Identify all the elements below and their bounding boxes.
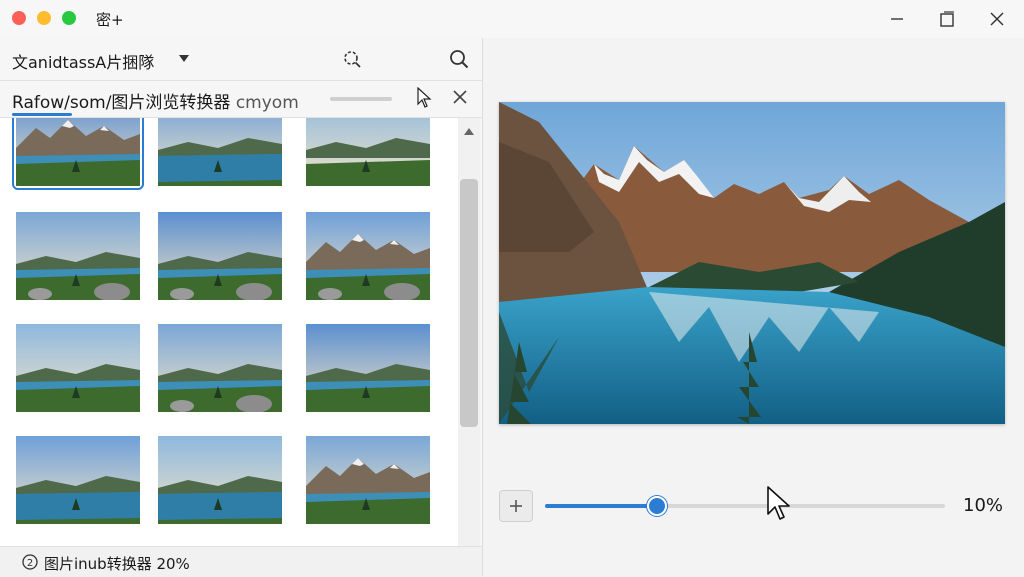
zoom-slider[interactable] xyxy=(545,496,945,516)
thumbnail[interactable] xyxy=(158,324,282,412)
tab-path[interactable]: Rafow/som/图片浏览转换器 cmyom xyxy=(12,88,299,113)
preview-image xyxy=(499,102,1005,424)
search-icon[interactable] xyxy=(447,47,471,71)
thumbnail[interactable] xyxy=(158,212,282,300)
thumbnail[interactable] xyxy=(16,436,140,524)
browser-pane: 文anidtassA片捆隊 Rafow/som/图片浏览转换器 cmyom 2 … xyxy=(0,38,483,577)
thumbnail[interactable] xyxy=(306,212,430,300)
thumbnail[interactable] xyxy=(306,324,430,412)
tab-path-sub-label: cmyom xyxy=(235,93,299,113)
thumbnail-grid xyxy=(0,118,458,548)
maximize-icon xyxy=(940,11,954,27)
close-icon[interactable] xyxy=(452,89,468,105)
plus-icon xyxy=(510,500,522,512)
viewer-pane: 10% xyxy=(483,38,1024,576)
close-icon xyxy=(990,12,1004,26)
minimize-traffic-light[interactable] xyxy=(37,11,51,25)
circle-2-icon: 2 xyxy=(22,554,38,570)
thumbnail[interactable] xyxy=(158,436,282,524)
thumbnail[interactable] xyxy=(306,436,430,524)
tab-bar: Rafow/som/图片浏览转换器 cmyom xyxy=(0,81,482,118)
zoom-in-button[interactable] xyxy=(499,490,533,522)
zoom-slider-knob[interactable] xyxy=(647,496,667,516)
zoom-traffic-light[interactable] xyxy=(62,11,76,25)
scrollbar-thumb[interactable] xyxy=(460,179,478,427)
zoom-readout: 10% xyxy=(963,495,1004,516)
close-button[interactable] xyxy=(972,0,1022,38)
close-traffic-light[interactable] xyxy=(12,11,26,25)
thumbnail[interactable] xyxy=(12,118,144,190)
thumbnail[interactable] xyxy=(158,118,282,186)
zoom-slider-fill xyxy=(545,504,657,508)
title-bar: 密+ xyxy=(0,0,1024,39)
filter-search-icon[interactable] xyxy=(340,47,364,71)
minimize-button[interactable] xyxy=(872,0,922,38)
scroll-up-icon[interactable] xyxy=(463,126,475,136)
thumbnail[interactable] xyxy=(306,118,430,186)
status-bar: 2 图片inub转换器 20% xyxy=(0,546,482,577)
minimize-icon xyxy=(891,18,903,20)
maximize-button[interactable] xyxy=(922,0,972,38)
thumbnail[interactable] xyxy=(16,324,140,412)
tab-path-label: Rafow/som/图片浏览转换器 xyxy=(12,93,231,113)
pointer-cursor-icon xyxy=(417,87,432,108)
thumbnail[interactable] xyxy=(16,212,140,300)
pointer-cursor-icon xyxy=(767,486,790,520)
folder-toolbar: 文anidtassA片捆隊 xyxy=(0,38,482,81)
folder-title[interactable]: 文anidtassA片捆隊 xyxy=(12,49,154,73)
chevron-down-icon[interactable] xyxy=(177,52,191,64)
tab-progress-bar xyxy=(330,97,392,101)
status-text: 图片inub转换器 20% xyxy=(44,555,190,573)
active-tab-indicator xyxy=(12,113,72,116)
svg-text:2: 2 xyxy=(27,558,33,569)
window-title: 密+ xyxy=(96,11,124,29)
